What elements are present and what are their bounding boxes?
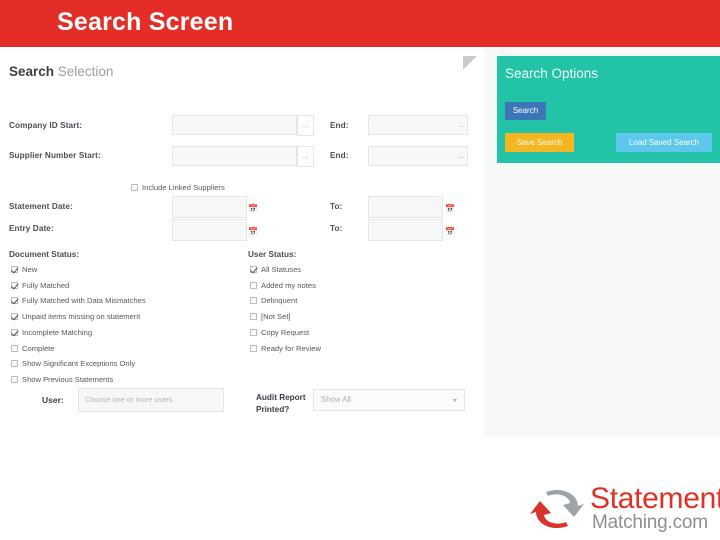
user-status-item[interactable]: Added my notes — [250, 281, 316, 292]
checkbox-box-icon — [250, 313, 257, 321]
document-status-label: Show Previous Statements — [22, 374, 114, 384]
supplier-number-start-lookup-button[interactable]: ... — [297, 146, 314, 167]
checkbox-box-icon — [250, 281, 257, 289]
search-options-title: Search Options — [505, 66, 599, 81]
supplier-number-end-lookup-button[interactable]: ... — [455, 147, 468, 166]
document-status-item[interactable]: New — [11, 265, 37, 276]
company-id-end-lookup-button[interactable]: ... — [455, 116, 468, 135]
supplier-number-start-input[interactable] — [172, 146, 297, 166]
company-id-end-input[interactable] — [368, 115, 468, 135]
checkbox-checked-icon — [11, 313, 18, 321]
audit-report-printed-select[interactable]: Show All — [313, 389, 465, 411]
statement-date-to-label: To: — [330, 202, 343, 211]
statement-date-to-calendar-icon[interactable]: 📅 — [445, 205, 455, 213]
checkbox-box-icon — [131, 184, 138, 191]
supplier-number-end-label: End: — [330, 151, 349, 160]
heading-strong-text: Search — [9, 64, 55, 79]
document-status-item[interactable]: Fully Matched — [11, 281, 69, 292]
document-status-item[interactable]: Fully Matched with Data Mismatches — [11, 296, 146, 307]
checkbox-box-icon — [11, 344, 18, 352]
document-status-label: New — [22, 265, 38, 274]
include-linked-suppliers-checkbox[interactable]: Include Linked Suppliers — [131, 183, 225, 194]
search-options-panel: Search Options Search Save Search Load S… — [497, 56, 720, 163]
audit-report-printed-label: Audit Report Printed? — [256, 393, 306, 414]
save-search-button[interactable]: Save Search — [505, 133, 574, 152]
checkbox-box-icon — [250, 297, 257, 305]
user-status-item[interactable]: Copy Request — [250, 328, 309, 339]
logo-word-statement: Statement — [590, 482, 720, 515]
document-status-item[interactable]: Show Previous Statements — [11, 375, 113, 386]
document-status-label: Complete — [22, 343, 55, 353]
entry-date-label: Entry Date: — [9, 224, 54, 233]
supplier-number-end-input[interactable] — [368, 146, 468, 166]
user-status-label: All Statuses — [261, 265, 302, 274]
entry-date-to-label: To: — [330, 224, 343, 233]
statement-date-calendar-icon[interactable]: 📅 — [248, 205, 258, 213]
document-status-label: Incomplete Matching — [22, 327, 93, 337]
checkbox-box-icon — [250, 344, 257, 352]
company-id-start-input[interactable] — [172, 115, 297, 135]
statement-date-input[interactable] — [172, 196, 247, 218]
chevron-down-icon — [453, 399, 457, 402]
checkbox-checked-icon — [11, 297, 18, 305]
document-status-item[interactable]: Complete — [11, 344, 55, 355]
checkbox-checked-icon — [11, 281, 18, 289]
company-id-end-label: End: — [330, 121, 349, 130]
user-status-item[interactable]: [Not Set] — [250, 312, 291, 323]
document-status-label: Fully Matched — [22, 280, 70, 290]
supplier-number-start-label: Supplier Number Start: — [9, 151, 101, 160]
user-status-label: [Not Set] — [261, 312, 291, 322]
logo-word-matching: Matching.com — [592, 512, 708, 533]
document-status-item[interactable]: Incomplete Matching — [11, 328, 92, 339]
entry-date-to-input[interactable] — [368, 219, 443, 241]
user-status-item[interactable]: Delinquent — [250, 296, 297, 307]
statement-date-label: Statement Date: — [9, 202, 73, 211]
statement-date-to-input[interactable] — [368, 196, 443, 218]
checkbox-checked-icon — [11, 328, 18, 336]
heading-light-text: Selection — [57, 64, 114, 79]
user-status-label: Ready for Review — [261, 343, 321, 353]
checkbox-checked-icon — [11, 266, 18, 273]
user-status-title: User Status: — [248, 250, 297, 259]
panel-corner-marker-icon — [463, 56, 477, 70]
user-status-label: Copy Request — [261, 327, 310, 337]
document-status-title: Document Status: — [9, 250, 80, 259]
recycle-arrows-icon — [530, 489, 584, 529]
user-status-label: Added my notes — [261, 280, 316, 290]
statement-matching-logo: Statement Matching.com — [528, 482, 720, 536]
company-id-start-label: Company ID Start: — [9, 121, 83, 130]
checkbox-checked-icon — [250, 266, 257, 273]
document-status-label: Unpaid items missing on statement — [22, 312, 141, 322]
user-status-item[interactable]: All Statuses — [250, 265, 301, 276]
user-status-item[interactable]: Ready for Review — [250, 344, 321, 355]
company-id-start-lookup-button[interactable]: ... — [297, 115, 314, 136]
checkbox-box-icon — [11, 375, 18, 383]
document-status-item[interactable]: Show Significant Exceptions Only — [11, 359, 135, 370]
include-linked-suppliers-label: Include Linked Suppliers — [142, 183, 225, 192]
search-button[interactable]: Search — [505, 102, 546, 120]
slide-title-bar: Search Screen — [0, 0, 720, 47]
checkbox-box-icon — [250, 328, 257, 336]
user-status-label: Delinquent — [261, 296, 298, 306]
search-selection-heading: Search Selection — [9, 64, 113, 79]
entry-date-to-calendar-icon[interactable]: 📅 — [445, 228, 455, 236]
document-status-label: Show Significant Exceptions Only — [22, 359, 136, 369]
checkbox-box-icon — [11, 360, 18, 368]
user-label: User: — [42, 395, 64, 405]
user-select-input[interactable]: Choose one or more users — [78, 388, 224, 412]
audit-report-printed-value: Show All — [321, 395, 351, 404]
page-title: Search Screen — [57, 8, 234, 36]
load-saved-search-button[interactable]: Load Saved Search — [616, 133, 712, 152]
document-status-label: Fully Matched with Data Mismatches — [22, 296, 146, 306]
document-status-item[interactable]: Unpaid items missing on statement — [11, 312, 140, 323]
entry-date-calendar-icon[interactable]: 📅 — [248, 228, 258, 236]
entry-date-input[interactable] — [172, 219, 247, 241]
